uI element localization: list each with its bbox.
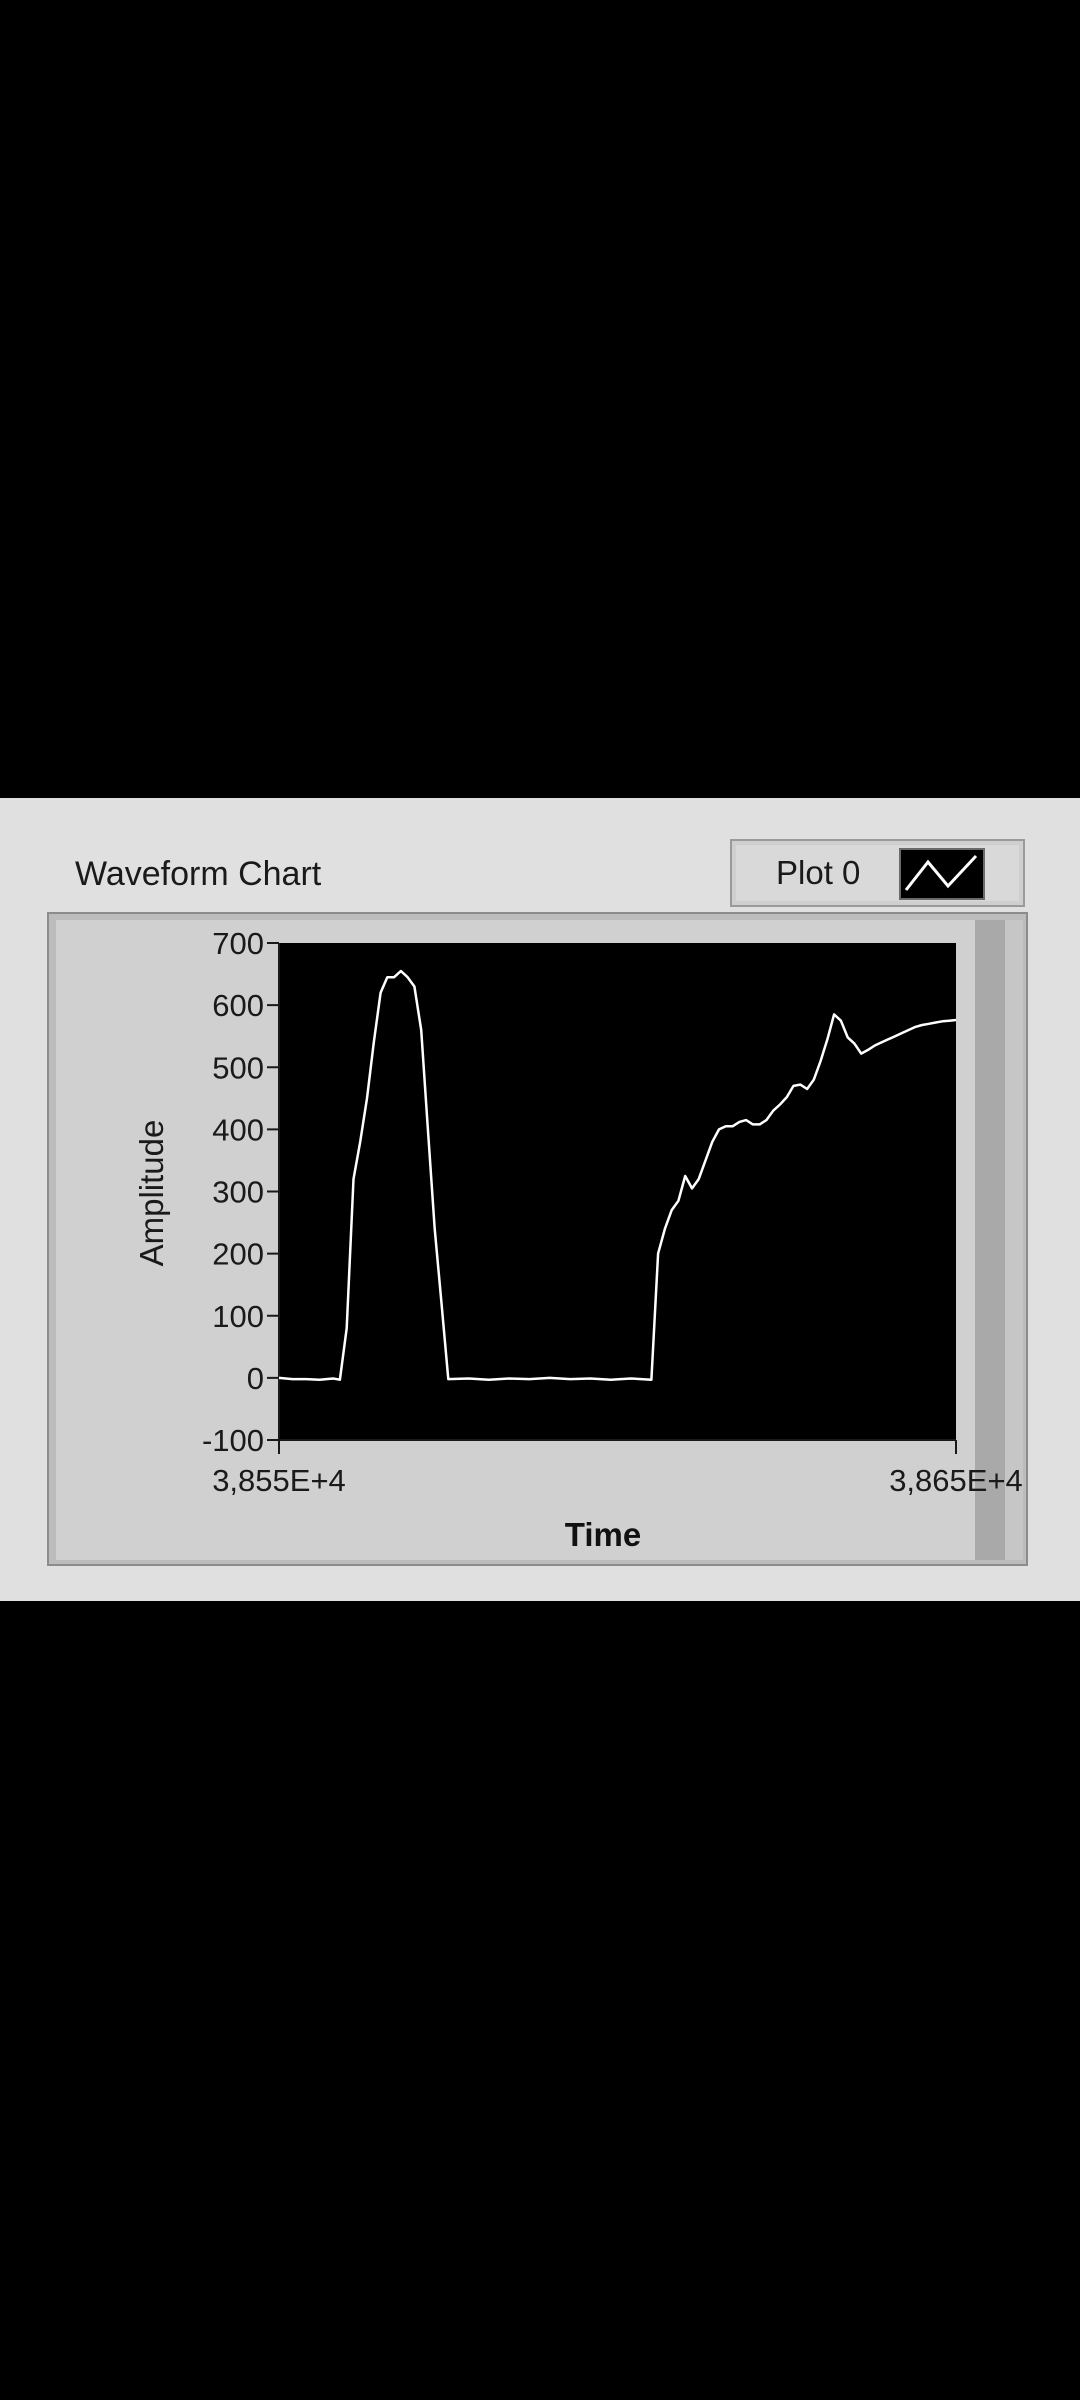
legend-swatch[interactable] (899, 848, 985, 900)
x-tick-label: 3,855E+4 (212, 1463, 346, 1498)
legend[interactable]: Plot 0 (730, 839, 1025, 907)
chart-title: Waveform Chart (75, 855, 322, 893)
y-tick-label: 0 (247, 1361, 264, 1396)
legend-series-label: Plot 0 (776, 854, 860, 891)
y-tick-label: 300 (212, 1175, 264, 1210)
x-axis-label: Time (565, 1516, 641, 1553)
y-tick-label: 100 (212, 1299, 264, 1334)
y-tick-label: 400 (212, 1112, 264, 1147)
y-tick-label: 200 (212, 1237, 264, 1272)
y-tick-label: 700 (212, 926, 264, 961)
y-tick-label: -100 (202, 1423, 264, 1458)
y-axis-label: Amplitude (133, 1120, 170, 1267)
x-tick-label: 3,865E+4 (889, 1463, 1023, 1498)
y-tick-label: 500 (212, 1050, 264, 1085)
y-tick-label: 600 (212, 988, 264, 1023)
plot-area[interactable] (279, 943, 956, 1440)
waveform-chart-panel: Waveform Chart Plot 0 700 600 500 400 300 200… (0, 798, 1080, 1601)
